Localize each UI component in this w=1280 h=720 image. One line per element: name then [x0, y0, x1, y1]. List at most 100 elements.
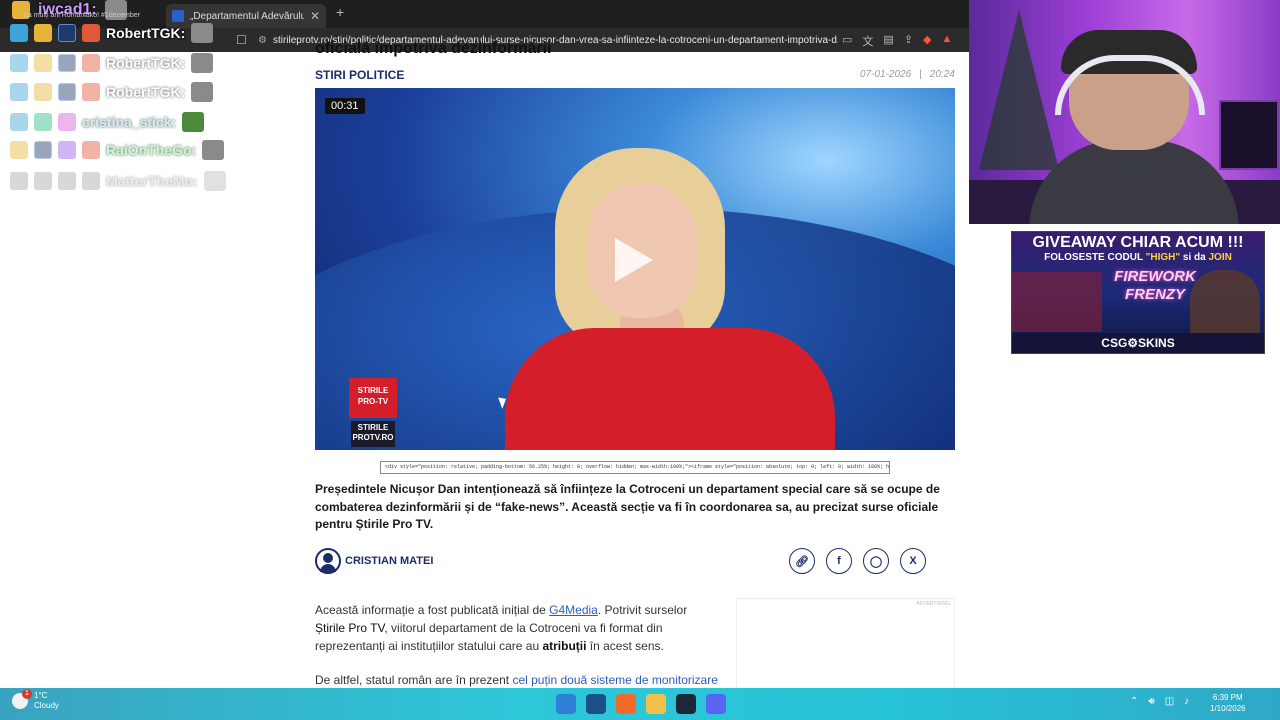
giveaway-text: si da	[1180, 252, 1209, 263]
discord-icon[interactable]	[706, 694, 726, 714]
share-icon[interactable]: ⇪	[904, 33, 913, 49]
whatsapp-share-button[interactable]: ◯	[863, 548, 889, 574]
csgoskins-logo: CSG⚙SKINS	[1012, 333, 1264, 353]
giveaway-banner: GIVEAWAY CHIAR ACUM !!! FOLOSESTE CODUL …	[1011, 231, 1265, 354]
speaker-icon[interactable]: ♪	[1184, 696, 1189, 707]
monitor-image	[1219, 100, 1279, 170]
facebook-share-button[interactable]: f	[826, 548, 852, 574]
chat-row: RobertTGK:	[10, 82, 214, 102]
weather-text: 1°C Cloudy	[34, 691, 59, 711]
giveaway-title: GIVEAWAY CHIAR ACUM !!!	[1032, 234, 1244, 251]
paragraph-text: . Potrivit surselor	[597, 603, 688, 617]
chat-username: RobertTGK:	[106, 25, 186, 41]
weather-cloud-icon: 1	[12, 689, 32, 709]
christmas-tree-image	[979, 10, 1059, 170]
video-player[interactable]: 00:31 STIRILE PRO-TV STIRILE PROTV.RO	[315, 88, 955, 450]
seven-badge-icon	[82, 172, 100, 190]
translate-icon[interactable]: 文	[862, 33, 873, 49]
brave-browser-icon[interactable]	[616, 694, 636, 714]
ghost-badge-icon	[58, 83, 76, 101]
advertising-box[interactable]: ADVERTISING	[736, 598, 955, 690]
date-separator: |	[919, 69, 922, 80]
chat-username: RobertTGK:	[106, 84, 186, 100]
chat-username: RaiOnTheGo:	[106, 142, 197, 158]
taskbar-clock[interactable]: 6:39 PM 1/10/2026	[1210, 692, 1246, 714]
network-icon[interactable]: ◫	[1165, 696, 1174, 707]
game-characters-image	[1190, 270, 1260, 334]
taskbar-apps	[556, 694, 726, 714]
sword-badge-icon	[10, 54, 28, 72]
giveaway-code: "HIGH"	[1145, 252, 1181, 263]
video-duration-badge: 00:31	[325, 98, 365, 114]
rewards-icon[interactable]: ▲	[942, 33, 953, 49]
ghost-badge-icon	[58, 113, 76, 131]
new-tab-icon[interactable]: +	[336, 4, 344, 20]
notification-badge: 1	[22, 689, 32, 699]
monitoring-systems-link[interactable]: cel puțin două sisteme de monitorizare	[512, 673, 717, 687]
brave-shield-icon[interactable]: ◆	[923, 33, 931, 49]
sword-badge-icon	[10, 24, 28, 42]
reader-icon[interactable]: ▤	[883, 33, 893, 49]
paragraph-text: Această informație a fost publicată iniț…	[315, 603, 550, 617]
sword-badge-icon	[10, 83, 28, 101]
sub-badge-icon	[58, 141, 76, 159]
paragraph-text: De altfel, statul român are în prezent	[315, 673, 513, 687]
paragraph-text: Știrile Pro TV	[315, 621, 385, 635]
crown-badge-icon	[34, 54, 52, 72]
chat-row: RobertTGK:	[10, 53, 214, 73]
start-button-icon[interactable]	[556, 694, 576, 714]
streamer-image	[1029, 140, 1239, 224]
stirileprotv-ro-logo: STIRILE PROTV.RO	[351, 421, 395, 447]
author-name[interactable]: CRISTIAN MATEI	[345, 555, 433, 567]
seven-badge-icon	[82, 24, 100, 42]
weather-widget[interactable]: 1 1°C Cloudy	[12, 689, 59, 711]
embed-code-field[interactable]: <div style="position: relative; padding-…	[380, 461, 890, 474]
chevron-up-icon[interactable]: ⌃	[1130, 696, 1138, 707]
clock-time: 6:39 PM	[1212, 693, 1243, 702]
chat-username: MatterTheMo:	[106, 173, 198, 189]
article-lead: Președintele Nicușor Dan intenționează s…	[315, 482, 940, 531]
site-settings-icon[interactable]: ⚙	[258, 35, 267, 46]
steam-icon[interactable]	[676, 694, 696, 714]
system-tray: ⌃ 🔊︎ ◫ ♪	[1130, 696, 1189, 707]
emote-icon	[191, 23, 214, 43]
streamer-webcam	[969, 0, 1280, 224]
sword-badge-icon	[10, 113, 28, 131]
crown-badge-icon	[10, 141, 28, 159]
play-icon[interactable]	[615, 238, 653, 282]
stream-chat-overlay: iwcad1: La mulți ani Romaniako! #1decemb…	[0, 0, 240, 200]
frog-emote-icon	[182, 112, 205, 132]
crown-badge-icon	[34, 24, 52, 42]
seven-badge-icon	[82, 83, 100, 101]
chat-username: cristina_stick:	[82, 114, 177, 130]
install-app-icon[interactable]: ▭	[842, 33, 852, 49]
giveaway-instructions: FOLOSESTE CODUL "HIGH" si da JOIN	[1012, 252, 1264, 263]
article-category-link[interactable]: STIRI POLITICE	[315, 68, 404, 82]
publish-time: 20:24	[929, 69, 955, 80]
close-tab-icon[interactable]: ✕	[310, 9, 320, 23]
x-share-button[interactable]: X	[900, 548, 926, 574]
author-byline[interactable]: CRISTIAN MATEI	[315, 548, 433, 574]
giveaway-text: FOLOSESTE CODUL	[1044, 252, 1146, 263]
emote-icon	[203, 171, 226, 191]
chat-row: MatterTheMo:	[10, 171, 226, 191]
ad-label: ADVERTISING	[916, 601, 950, 607]
anchor-image-body	[505, 328, 835, 450]
badge-icon	[10, 172, 28, 190]
g4media-link[interactable]: G4Media	[549, 603, 598, 617]
ghost-badge-icon	[58, 24, 76, 42]
file-explorer-icon[interactable]	[646, 694, 666, 714]
ghost-badge-icon	[34, 141, 52, 159]
emote-icon	[191, 53, 214, 73]
crown-badge-icon	[34, 83, 52, 101]
game-scene-image	[1012, 272, 1102, 332]
weather-desc: Cloudy	[34, 701, 59, 710]
seven-badge-icon	[82, 141, 100, 159]
copy-link-button[interactable]: 🔗︎	[789, 548, 815, 574]
windows-taskbar: 1 1°C Cloudy ⌃ 🔊︎ ◫ ♪ 6:39 PM 1/10/2026	[0, 688, 1280, 720]
chat-username: RobertTGK:	[106, 55, 186, 71]
volume-icon[interactable]: 🔊︎	[1148, 696, 1154, 707]
chat-message: La mulți ani Romaniako! #1december	[24, 12, 140, 19]
ghost-badge-icon	[58, 54, 76, 72]
task-view-icon[interactable]	[586, 694, 606, 714]
